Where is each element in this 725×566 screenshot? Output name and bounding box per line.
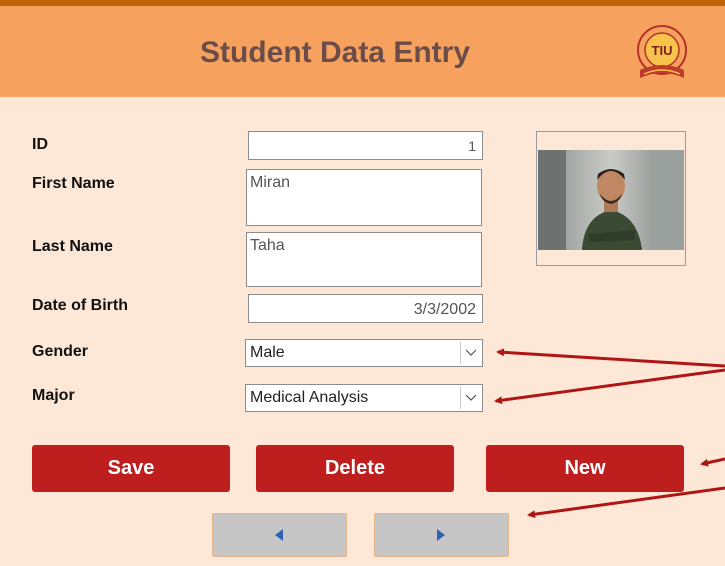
annotation-arrow (494, 368, 725, 405)
annotation-arrow (700, 457, 725, 467)
annotation-arrow (527, 486, 725, 519)
annotation-arrow (496, 348, 725, 368)
annotation-arrows (494, 348, 725, 519)
